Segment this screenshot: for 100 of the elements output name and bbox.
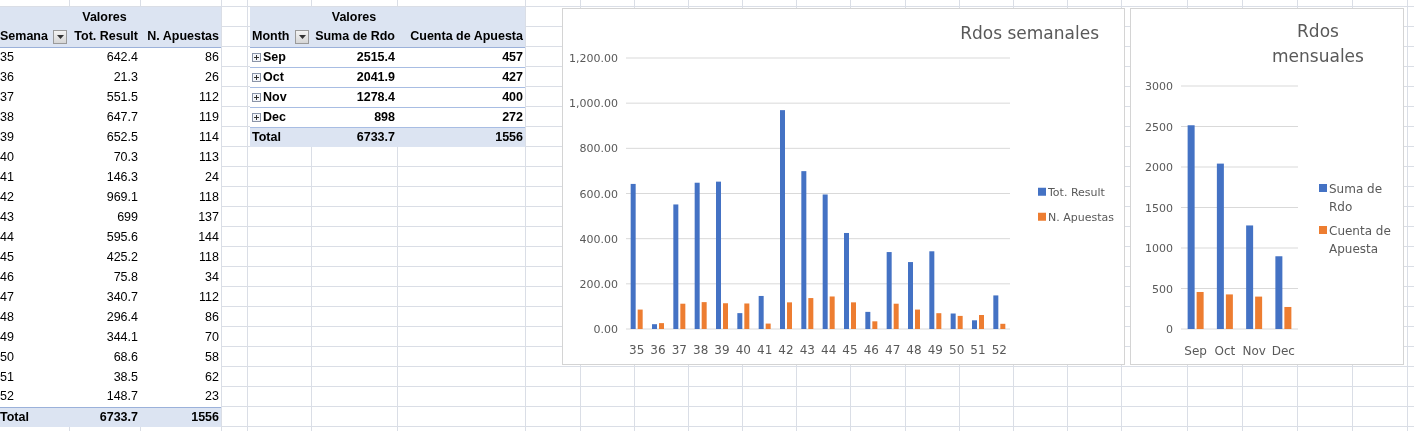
expand-icon[interactable]	[252, 72, 261, 82]
table-cell: 425.2	[69, 247, 140, 267]
total-label: Total	[250, 127, 311, 147]
x-axis-label: 46	[863, 343, 879, 357]
table-cell: 457	[397, 47, 525, 67]
row-label: 39	[0, 127, 69, 147]
y-axis-label: 500	[1152, 282, 1173, 296]
x-axis-label: 36	[650, 343, 666, 357]
expand-icon[interactable]	[252, 112, 261, 122]
chart-title: Rdos semanales	[960, 23, 1099, 43]
x-axis-label: 42	[778, 343, 794, 357]
table-cell: 70	[140, 327, 221, 347]
row-label: 48	[0, 307, 69, 327]
table-cell: 427	[397, 67, 525, 87]
row-label: 46	[0, 267, 69, 287]
total-label: Total	[0, 407, 69, 427]
row-label: 49	[0, 327, 69, 347]
table-cell: 21.3	[69, 67, 140, 87]
legend-item: N. Apuestas	[1038, 211, 1114, 224]
bar	[652, 324, 657, 329]
x-axis-label: 40	[735, 343, 751, 357]
total-cell: 6733.7	[69, 407, 140, 427]
table-cell: 23	[140, 387, 221, 407]
bar	[915, 309, 920, 329]
y-axis-label: 1000	[1145, 242, 1173, 255]
row-label: 37	[0, 87, 69, 107]
row-label: 42	[0, 187, 69, 207]
bar	[979, 315, 984, 329]
x-axis-label: 48	[906, 343, 922, 357]
table-cell: 551.5	[69, 87, 140, 107]
y-axis-label: 2000	[1145, 161, 1173, 174]
filter-dropdown-button[interactable]	[53, 29, 67, 44]
table-cell: 148.7	[69, 387, 140, 407]
column-header: Semana	[0, 28, 48, 46]
x-axis-label: Sep	[1184, 344, 1207, 358]
table-cell: 86	[140, 47, 221, 67]
table-cell: 652.5	[69, 127, 140, 147]
table-cell: 137	[140, 207, 221, 227]
table-cell: 144	[140, 227, 221, 247]
table-cell: 68.6	[69, 347, 140, 367]
row-label: 52	[0, 387, 69, 407]
x-axis-label: 37	[671, 343, 687, 357]
column-header: Cuenta de Apuesta	[397, 27, 525, 47]
table-cell: 38.5	[69, 367, 140, 387]
x-axis-label: 50	[949, 343, 965, 357]
values-header: Valores	[331, 9, 377, 24]
table-cell: 62	[140, 367, 221, 387]
total-cell: 1556	[397, 127, 525, 147]
y-axis-label: 1,200.00	[569, 52, 618, 65]
chart-title: Rdos mensuales	[1272, 21, 1364, 66]
table-cell: 118	[140, 187, 221, 207]
column-header: Month	[252, 28, 290, 46]
legend-label: Suma de Rdo	[1329, 182, 1383, 214]
y-axis-label: 0.00	[593, 323, 618, 336]
row-label: 51	[0, 367, 69, 387]
table-cell: 113	[140, 147, 221, 167]
table-cell: 699	[69, 207, 140, 227]
table-cell: 75.8	[69, 267, 140, 287]
y-axis-label: 200.00	[579, 277, 618, 291]
table-cell: 114	[140, 127, 221, 147]
table-cell: 34	[140, 267, 221, 287]
row-label: 36	[0, 67, 69, 87]
row-label: Sep	[263, 48, 286, 66]
row-label: 43	[0, 207, 69, 227]
x-axis-label: 45	[842, 343, 858, 357]
total-cell: 1556	[140, 407, 221, 427]
caret-icon	[298, 34, 306, 39]
expand-icon[interactable]	[252, 92, 261, 102]
values-header: Valores	[82, 9, 127, 24]
x-axis-label: Dec	[1271, 344, 1295, 358]
table-cell: 146.3	[69, 167, 140, 187]
table-cell: 119	[140, 107, 221, 127]
y-axis-label: 1500	[1145, 201, 1173, 215]
table-cell: 112	[140, 87, 221, 107]
bar	[723, 303, 728, 329]
legend-item: Tot. Result	[1038, 186, 1105, 199]
x-axis-label: 51	[970, 343, 986, 357]
x-axis-label: 43	[799, 343, 815, 357]
legend-item: Suma de Rdo	[1319, 182, 1383, 214]
row-label: 35	[0, 47, 69, 67]
table-cell: 86	[140, 307, 221, 327]
table-cell: 58	[140, 347, 221, 367]
bar	[908, 262, 913, 329]
filter-dropdown-button[interactable]	[295, 29, 309, 44]
table-cell: 344.1	[69, 327, 140, 347]
x-axis-label: 41	[757, 343, 773, 357]
table-cell: 118	[140, 247, 221, 267]
row-label: Nov	[263, 88, 287, 106]
bar	[972, 320, 977, 329]
row-label: 45	[0, 247, 69, 267]
x-axis-label: 52	[991, 343, 1007, 357]
table-cell: 595.6	[69, 227, 140, 247]
table-cell: 70.3	[69, 147, 140, 167]
bar	[787, 302, 792, 329]
column-header: Tot. Result	[69, 27, 140, 47]
table-cell: 898	[311, 107, 397, 127]
table-cell: 26	[140, 67, 221, 87]
column-header: Suma de Rdo	[311, 27, 397, 47]
y-axis-label: 800.00	[579, 142, 618, 156]
expand-icon[interactable]	[252, 52, 261, 62]
